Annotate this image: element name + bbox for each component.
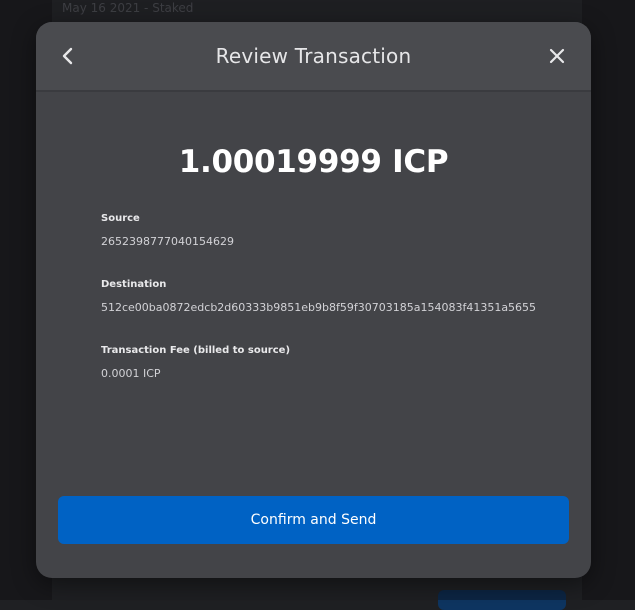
destination-value: 512ce00ba0872edcb2d60333b9851eb9b8f59f30… bbox=[101, 301, 537, 314]
source-value: 2652398777040154629 bbox=[101, 235, 234, 248]
modal-header: Review Transaction bbox=[36, 22, 591, 92]
destination-label: Destination bbox=[101, 279, 167, 290]
confirm-and-send-button[interactable]: Confirm and Send bbox=[58, 496, 569, 544]
close-icon bbox=[549, 48, 565, 64]
modal-title: Review Transaction bbox=[215, 44, 412, 68]
transaction-amount: 1.00019999 ICP bbox=[178, 144, 449, 180]
transaction-fee-label: Transaction Fee (billed to source) bbox=[101, 345, 291, 356]
transaction-fee-value: 0.0001 ICP bbox=[101, 367, 161, 380]
close-button[interactable] bbox=[543, 42, 571, 70]
source-label: Source bbox=[101, 213, 140, 224]
review-transaction-modal: Review Transaction 1.00019999 ICP Source… bbox=[36, 22, 591, 578]
